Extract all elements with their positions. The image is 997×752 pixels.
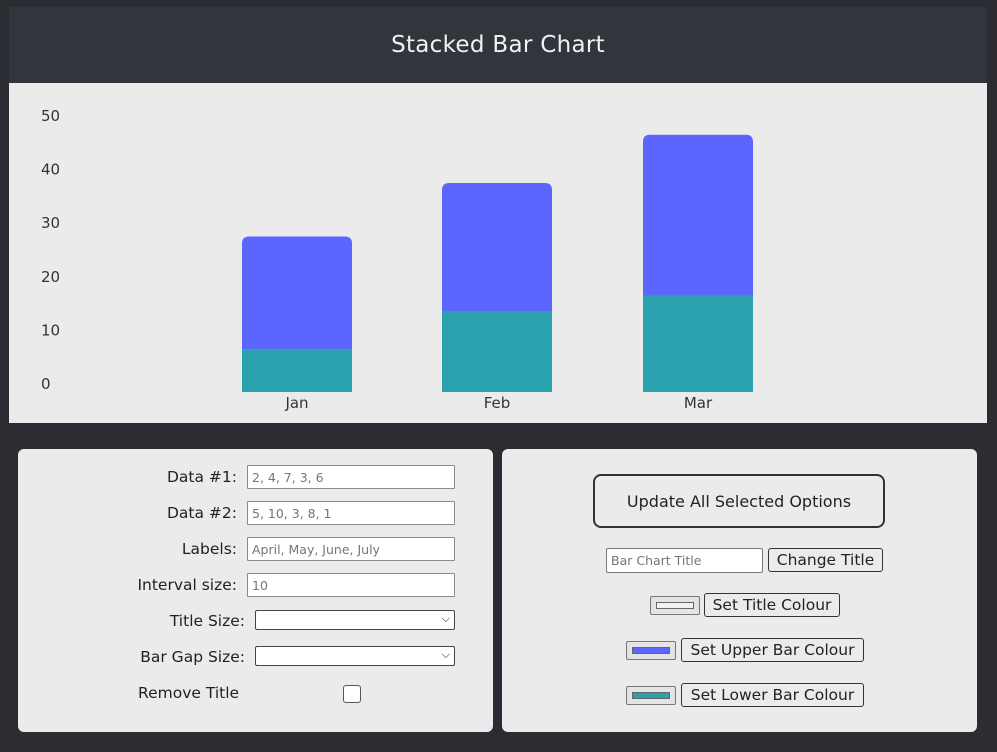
x-tick-label: Mar [684,394,713,412]
y-tick-label: 10 [41,321,60,339]
upper-bar-feb [442,182,552,312]
upper-bar-jan [242,236,352,350]
data2-label: Data #2: [166,504,237,522]
lower-bar-feb [442,311,552,392]
style-options-panel: Update All Selected Options Change Title… [502,449,977,732]
labels-label: Labels: [181,540,237,558]
y-tick-label: 40 [41,161,60,179]
data2-input[interactable] [247,501,455,525]
set-upper-bar-colour-button[interactable]: Set Upper Bar Colour [681,638,864,662]
change-title-button[interactable]: Change Title [768,548,883,572]
title-size-select[interactable]: ⌵ [255,610,455,630]
set-title-colour-button[interactable]: Set Title Colour [704,593,840,617]
chevron-down-icon: ⌵ [441,612,450,625]
remove-title-label: Remove Title [138,684,240,702]
chart-area: 0 10 20 30 40 50 Jan Feb Mar [9,83,987,423]
x-tick-label: Jan [284,394,308,412]
title-input[interactable] [606,548,763,573]
data1-label: Data #1: [166,468,237,486]
remove-title-checkbox[interactable] [343,685,361,703]
bar-gap-size-select[interactable]: ⌵ [255,646,455,666]
labels-input[interactable] [247,537,455,561]
upper-bar-colour-swatch [632,647,670,654]
chart-title: Stacked Bar Chart [9,7,987,83]
update-all-button[interactable]: Update All Selected Options [593,474,885,528]
title-size-label: Title Size: [169,612,245,630]
upper-bar-mar [643,134,753,296]
lower-bar-colour-picker[interactable] [626,686,676,705]
set-lower-bar-colour-button[interactable]: Set Lower Bar Colour [681,683,864,707]
y-tick-label: 20 [41,268,60,286]
lower-bar-colour-swatch [632,692,670,699]
interval-size-label: Interval size: [137,576,237,594]
y-tick-label: 30 [41,214,60,232]
bar-gap-size-label: Bar Gap Size: [140,648,245,666]
chevron-down-icon: ⌵ [441,648,450,661]
title-colour-picker[interactable] [650,596,700,615]
lower-bar-jan [242,349,352,392]
lower-bar-mar [643,295,753,392]
interval-size-input[interactable] [247,573,455,597]
upper-bar-colour-picker[interactable] [626,641,676,660]
y-tick-label: 0 [41,375,51,393]
data1-input[interactable] [247,465,455,489]
stacked-bar-chart: 0 10 20 30 40 50 Jan Feb Mar [41,107,753,412]
data-options-panel: Data #1: Data #2: Labels: Interval size:… [18,449,493,732]
x-tick-label: Feb [484,394,511,412]
y-tick-label: 50 [41,107,60,125]
title-colour-swatch [656,602,694,609]
